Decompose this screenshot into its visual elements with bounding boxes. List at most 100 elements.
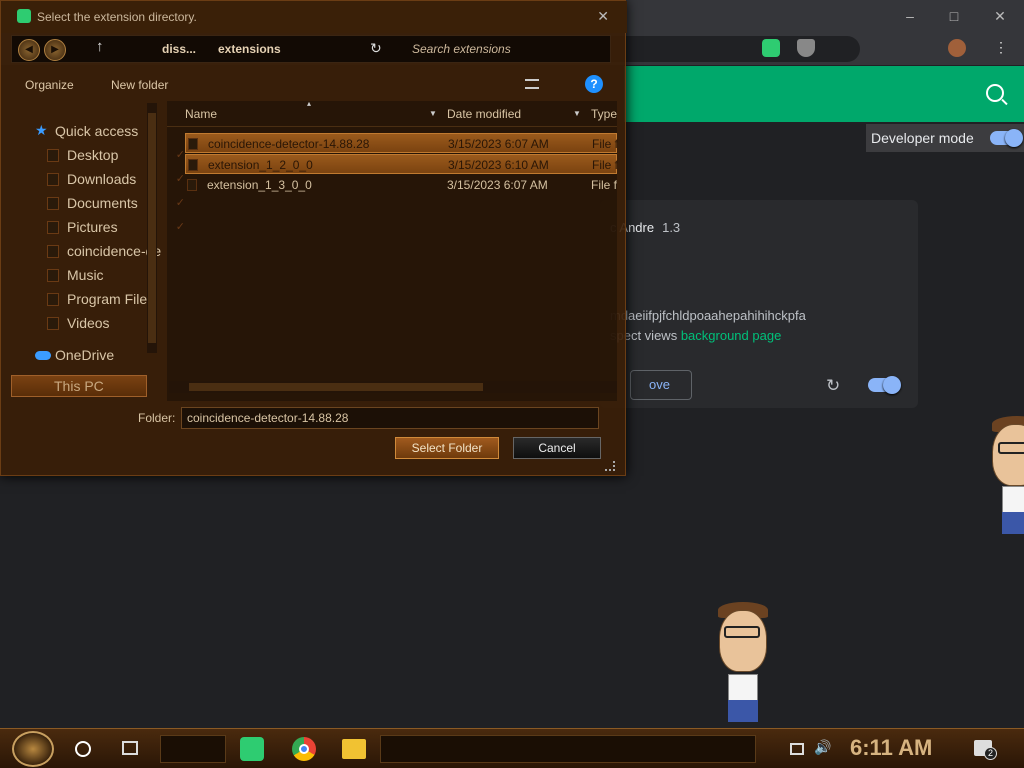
shield-icon[interactable]: [797, 39, 815, 57]
up-arrow-icon[interactable]: ↑: [96, 38, 104, 55]
breadcrumb-item[interactable]: extensions: [218, 42, 281, 56]
back-icon[interactable]: ◀: [18, 39, 40, 61]
developer-mode-bar: Developer mode: [866, 124, 1024, 152]
avatar[interactable]: [948, 39, 966, 57]
cartoon-character: [712, 602, 772, 726]
breadcrumb-item[interactable]: diss...: [162, 42, 196, 56]
file-list: Name ▴ ▼ Date modified ▼ Type coincidenc…: [167, 99, 618, 401]
cancel-button[interactable]: Cancel: [513, 437, 601, 459]
file-type: File fo: [592, 137, 618, 151]
search-icon[interactable]: [986, 84, 1004, 102]
taskbar-slot: [160, 735, 226, 763]
folder-icon: [47, 317, 59, 330]
file-row[interactable]: extension_1_3_0_0 3/15/2023 6:07 AM File f…: [185, 175, 617, 195]
file-date-modified: 3/15/2023 6:07 AM: [447, 178, 548, 192]
tree-item[interactable]: Music: [47, 265, 187, 287]
folder-icon: [47, 269, 59, 282]
menu-icon[interactable]: ⋮: [994, 39, 1012, 57]
folder-name-field[interactable]: [181, 407, 599, 429]
notification-count-badge: 2: [984, 747, 997, 760]
maximize-icon[interactable]: □: [944, 6, 964, 26]
chevron-down-icon[interactable]: ▼: [429, 109, 437, 118]
start-button[interactable]: [12, 731, 54, 767]
folder-icon: [47, 293, 59, 306]
tray-volume-icon[interactable]: 🔊: [814, 739, 831, 756]
tree-item[interactable]: Documents✓: [47, 193, 187, 215]
task-view-icon[interactable]: [122, 741, 138, 755]
character-shirt: [728, 674, 758, 702]
folder-icon: [188, 159, 198, 171]
resize-grip[interactable]: [605, 461, 615, 471]
tree-item-label: This PC: [54, 378, 104, 394]
search-input[interactable]: [408, 38, 604, 60]
breadcrumb[interactable]: diss... extensions: [118, 36, 398, 62]
tree-item[interactable]: coincidence-de: [47, 241, 187, 263]
file-type: File fo: [592, 158, 618, 172]
forward-icon[interactable]: ▶: [44, 39, 66, 61]
developer-mode-toggle[interactable]: [990, 129, 1023, 147]
tree-item-label: Pictures: [67, 219, 118, 235]
column-name[interactable]: Name: [185, 107, 217, 121]
background-page-link[interactable]: background page: [681, 328, 781, 343]
file-row[interactable]: coincidence-detector-14.88.28 3/15/2023 6…: [185, 133, 618, 153]
inspect-views: spect views background page: [610, 328, 781, 343]
app-icon: [17, 9, 31, 23]
close-icon[interactable]: ✕: [990, 6, 1010, 26]
extension-enabled-toggle[interactable]: [868, 376, 901, 394]
tree-scrollbar[interactable]: [147, 103, 157, 353]
character-glasses: [998, 442, 1024, 454]
character-shirt: [1002, 486, 1024, 514]
tree-item[interactable]: Program Files: [47, 289, 187, 311]
character-glasses: [724, 626, 760, 638]
file-name: extension_1_3_0_0: [207, 178, 312, 192]
tree-item[interactable]: Desktop✓: [47, 145, 187, 167]
tree-item[interactable]: Downloads✓: [47, 169, 187, 191]
taskbar-slot: [380, 735, 756, 763]
organize-button[interactable]: Organize: [25, 78, 74, 92]
file-date-modified: 3/15/2023 6:07 AM: [448, 137, 549, 151]
view-options-icon[interactable]: [525, 79, 539, 89]
select-folder-button[interactable]: Select Folder: [395, 437, 499, 459]
reload-icon[interactable]: ↻: [826, 376, 840, 396]
character-jeans: [728, 700, 758, 722]
file-explorer-icon[interactable]: [342, 739, 366, 759]
column-header: Name ▴ ▼ Date modified ▼ Type: [167, 99, 617, 127]
remove-button[interactable]: ove: [630, 370, 692, 400]
file-date-modified: 3/15/2023 6:10 AM: [448, 158, 549, 172]
folder-label: Folder:: [138, 411, 176, 425]
file-row[interactable]: extension_1_2_0_0 3/15/2023 6:10 AM File f…: [185, 154, 618, 174]
chrome-icon[interactable]: [292, 737, 316, 761]
chevron-down-icon[interactable]: ▼: [573, 109, 581, 118]
taskbar: 🔊 6:11 AM 2: [0, 728, 1024, 768]
folder-icon: [47, 173, 59, 186]
tree-item-this-pc[interactable]: This PC: [11, 375, 147, 397]
file-name: coincidence-detector-14.88.28: [208, 137, 370, 151]
command-bar: Organize New folder ?: [1, 67, 625, 101]
cortana-icon[interactable]: [75, 741, 91, 757]
dialog-close-icon[interactable]: ✕: [597, 8, 609, 25]
character-jeans: [1002, 512, 1024, 534]
column-date-modified[interactable]: Date modified: [447, 107, 521, 121]
refresh-icon[interactable]: ↻: [370, 40, 382, 57]
help-icon[interactable]: ?: [585, 75, 603, 93]
extension-app-icon[interactable]: [762, 39, 780, 57]
dialog-title: Select the extension directory.: [37, 10, 197, 24]
horizontal-scrollbar[interactable]: [169, 381, 617, 393]
tray-network-icon[interactable]: [790, 743, 804, 755]
extensions-header: [624, 66, 1024, 122]
clock[interactable]: 6:11 AM: [850, 735, 932, 761]
select-folder-dialog: Select the extension directory. ✕ ◀ ▶ ↑ …: [0, 0, 627, 476]
column-type[interactable]: Type: [591, 107, 617, 121]
tree-item-label: Videos: [67, 315, 110, 331]
extension-app-icon[interactable]: [240, 737, 264, 761]
tree-item[interactable]: Pictures✓: [47, 217, 187, 239]
folder-icon: [187, 179, 197, 191]
tree-item[interactable]: Videos: [47, 313, 187, 335]
file-type: File fo: [591, 178, 617, 192]
minimize-icon[interactable]: –: [900, 6, 920, 26]
folder-icon: [47, 197, 59, 210]
extension-card: c Andre 1.3 mdaeiifpjfchldpoaahepahihihck…: [600, 200, 918, 408]
new-folder-button[interactable]: New folder: [111, 78, 168, 92]
folder-icon: [47, 245, 59, 258]
star-icon: ★: [35, 122, 48, 138]
